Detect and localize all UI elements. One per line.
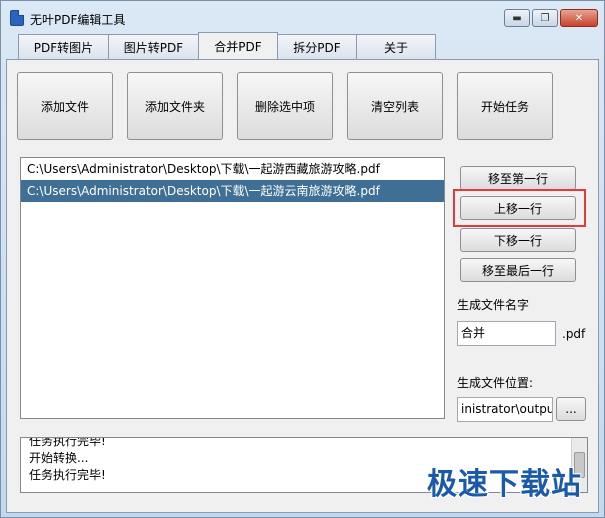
window-controls: ▬ ❐ ✕: [502, 9, 598, 27]
file-list[interactable]: C:\Users\Administrator\Desktop\下载\一起游西藏旅…: [20, 157, 445, 419]
maximize-button[interactable]: ❐: [532, 9, 558, 27]
close-icon: ✕: [574, 12, 584, 24]
log-line: 任务执行完毕!: [29, 468, 106, 482]
title-bar[interactable]: 无叶PDF编辑工具 ▬ ❐ ✕: [1, 1, 604, 33]
browse-button[interactable]: ...: [556, 397, 586, 421]
clear-list-button[interactable]: 清空列表: [347, 72, 443, 140]
tab-image-to-pdf[interactable]: 图片转PDF: [108, 34, 199, 59]
tab-merge-pdf[interactable]: 合并PDF: [198, 32, 278, 59]
log-line: 开始转换...: [29, 451, 89, 465]
add-file-button[interactable]: 添加文件: [17, 72, 113, 140]
tab-split-pdf[interactable]: 拆分PDF: [277, 34, 357, 59]
close-button[interactable]: ✕: [560, 9, 598, 27]
app-window: 无叶PDF编辑工具 ▬ ❐ ✕ PDF转图片 图片转PDF 合并PDF 拆分PD…: [0, 0, 605, 518]
file-list-item-selected[interactable]: C:\Users\Administrator\Desktop\下载\一起游云南旅…: [21, 180, 444, 202]
output-location-field[interactable]: inistrator\output: [457, 397, 553, 422]
minimize-button[interactable]: ▬: [504, 9, 530, 27]
move-down-button[interactable]: 下移一行: [460, 228, 576, 252]
move-up-button[interactable]: 上移一行: [460, 196, 576, 220]
delete-selected-button[interactable]: 删除选中项: [237, 72, 333, 140]
log-line: 任务执行完毕!: [29, 437, 106, 448]
output-location-label: 生成文件位置:: [457, 376, 534, 390]
window-title: 无叶PDF编辑工具: [30, 13, 126, 27]
pdf-suffix-label: .pdf: [562, 327, 586, 341]
move-to-last-button[interactable]: 移至最后一行: [460, 258, 576, 282]
app-pdf-icon: [10, 10, 24, 26]
tab-bar: PDF转图片 图片转PDF 合并PDF 拆分PDF 关于: [18, 32, 436, 59]
file-list-item[interactable]: C:\Users\Administrator\Desktop\下载\一起游西藏旅…: [21, 158, 444, 180]
output-name-label: 生成文件名字: [457, 298, 530, 312]
merge-pdf-panel: 添加文件 添加文件夹 删除选中项 清空列表 开始任务 C:\Users\Admi…: [6, 59, 599, 513]
move-to-first-button[interactable]: 移至第一行: [460, 166, 576, 190]
minimize-icon: ▬: [512, 12, 522, 24]
add-folder-button[interactable]: 添加文件夹: [127, 72, 223, 140]
start-task-button[interactable]: 开始任务: [457, 72, 553, 140]
output-name-field[interactable]: 合并: [457, 321, 556, 346]
tab-about[interactable]: 关于: [356, 34, 436, 59]
tab-pdf-to-image[interactable]: PDF转图片: [18, 34, 109, 59]
watermark-logo: 极速下载站: [427, 467, 582, 502]
maximize-icon: ❐: [540, 12, 550, 24]
log-lines: 任务执行完毕! 开始转换... 任务执行完毕!: [21, 437, 106, 484]
